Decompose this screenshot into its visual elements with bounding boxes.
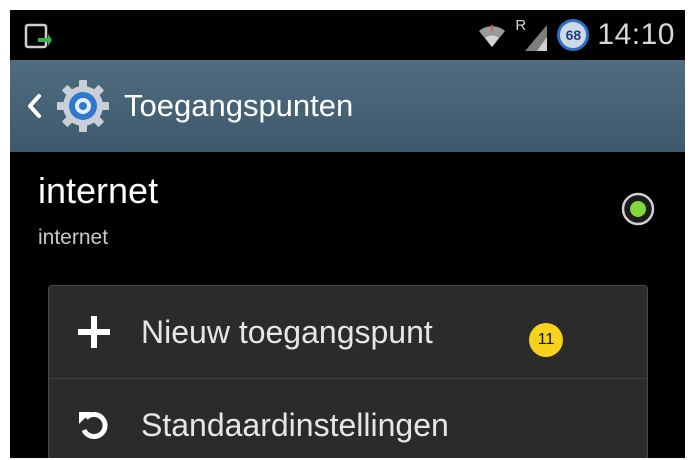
status-icons: R 68 14:10 xyxy=(477,10,675,60)
signal-icon: R xyxy=(515,17,549,53)
menu-item-label: Standaardinstellingen xyxy=(141,406,449,443)
plus-icon xyxy=(78,316,110,348)
step-number: 11 xyxy=(537,331,555,348)
back-icon[interactable] xyxy=(26,92,44,120)
options-menu: Nieuw toegangspunt 11 Standaardinstellin… xyxy=(48,285,648,458)
battery-icon: 68 xyxy=(557,19,590,51)
menu-item-default-settings[interactable]: Standaardinstellingen xyxy=(49,379,647,458)
reset-icon xyxy=(79,412,108,439)
apn-name: internet xyxy=(38,170,159,211)
apn-value: internet xyxy=(38,226,109,249)
download-notification-icon xyxy=(24,23,52,49)
apn-selected-radio[interactable] xyxy=(621,192,655,226)
battery-level: 68 xyxy=(565,27,582,43)
phone-screen: R 68 14:10 Toegangspunten internet inter… xyxy=(10,10,685,458)
step-number-badge: 11 xyxy=(529,323,563,357)
status-time: 14:10 xyxy=(597,18,675,51)
menu-item-new-apn[interactable]: Nieuw toegangspunt 11 xyxy=(49,286,647,379)
status-bar: R 68 14:10 xyxy=(10,10,685,60)
menu-item-label: Nieuw toegangspunt xyxy=(141,313,433,350)
page-title: Toegangspunten xyxy=(124,88,354,123)
wifi-icon xyxy=(479,25,506,47)
apn-list-item[interactable]: internet internet xyxy=(10,152,685,260)
settings-icon xyxy=(57,80,109,132)
action-bar: Toegangspunten xyxy=(10,60,685,152)
